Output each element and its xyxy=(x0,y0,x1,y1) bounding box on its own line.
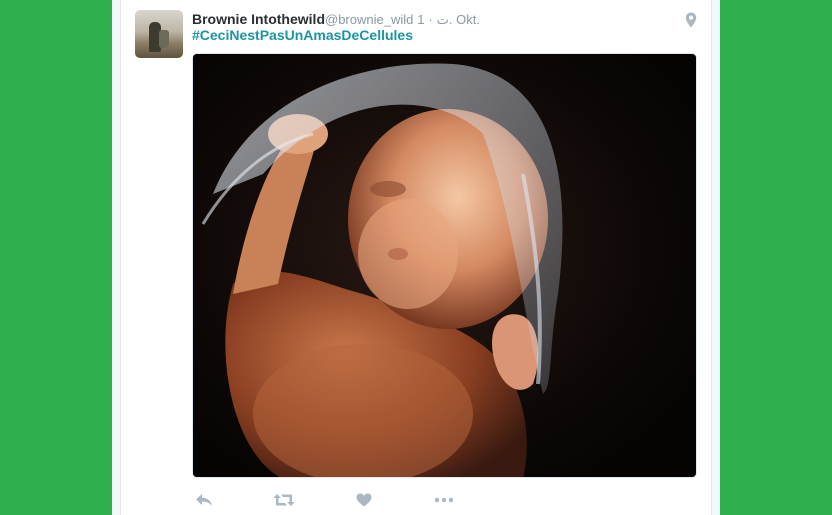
header-separator: · xyxy=(428,12,433,27)
author-name[interactable]: Brownie Intothewild xyxy=(192,11,325,27)
location-pin-icon[interactable] xyxy=(685,12,697,28)
timeline-column: Brownie Intothewild@brownie_wild ت · 1. … xyxy=(112,0,720,515)
media-photo xyxy=(193,54,696,477)
avatar-figure-secondary xyxy=(159,30,169,48)
more-button[interactable] xyxy=(432,488,456,512)
author-glyph: ت xyxy=(436,12,449,27)
reply-icon xyxy=(196,494,212,506)
retweet-icon xyxy=(273,494,295,506)
tweet-timestamp[interactable]: 1. Okt. xyxy=(417,12,480,27)
tweet-text-hashtag[interactable]: #CeciNestPasUnAmasDeCellules xyxy=(192,26,413,44)
reply-button[interactable] xyxy=(192,488,216,512)
heart-icon xyxy=(356,493,372,507)
like-button[interactable] xyxy=(352,488,376,512)
more-dots-icon xyxy=(434,497,454,503)
author-handle[interactable]: @brownie_wild xyxy=(325,12,413,27)
retweet-button[interactable] xyxy=(272,488,296,512)
tweet-actions xyxy=(192,488,492,512)
tweet-media-image[interactable] xyxy=(192,53,697,478)
tweet-card[interactable]: Brownie Intothewild@brownie_wild ت · 1. … xyxy=(120,0,712,515)
avatar[interactable] xyxy=(135,10,183,58)
